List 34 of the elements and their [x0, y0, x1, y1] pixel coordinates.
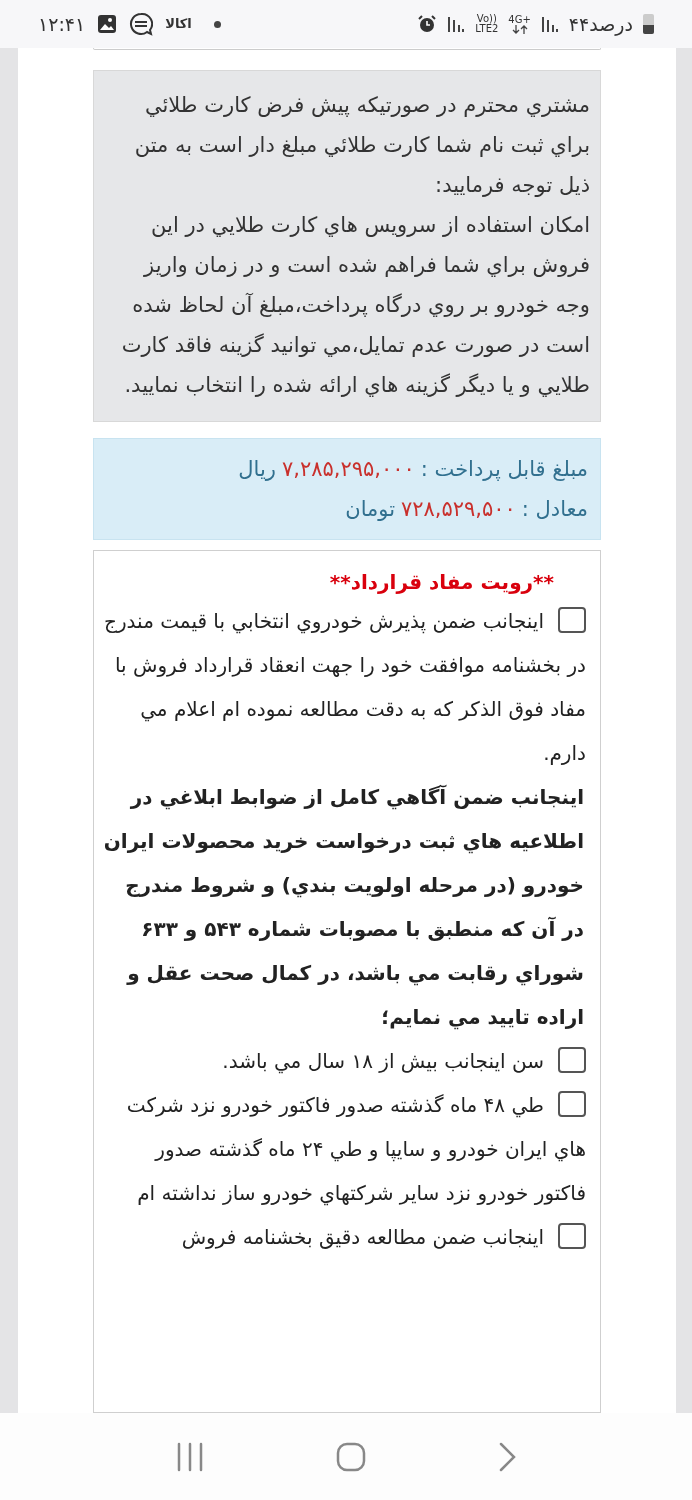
- notice-text: مشتري محترم در صورتيكه پيش فرض كارت طلائي براي ثبت نام شما كارت طلائي مبلغ دار است به متن ذيل توجه فرماييد:: [133, 92, 590, 199]
- image-icon: [97, 14, 118, 34]
- volte-label: Vo)): [476, 14, 497, 24]
- battery-percent: ۴۴درصد: [568, 11, 633, 38]
- amount-value: ۷۲۸,۵۲۹,۵۰۰: [401, 496, 516, 523]
- checkbox-label[interactable]: طي ۴۸ ماه گذشته صدور فاكتور خودرو نزد شركت هاي ايران خودرو و سايپا و طي ۲۴ ماه گذشته صدور فاكتور خودرو نزد ساير شركتهاي خودرو ساز نداشته ام: [98, 1083, 586, 1215]
- home-icon[interactable]: [336, 1441, 366, 1472]
- contract-title: **رويت مفاد قرارداد**: [328, 569, 555, 596]
- signal-bars-icon: [540, 15, 559, 33]
- checkbox[interactable]: [558, 1223, 586, 1249]
- amount-label: مبلغ قابل پرداخت :: [420, 456, 588, 483]
- signal-bars-icon: [447, 15, 466, 33]
- amount-label: معادل :: [521, 496, 588, 523]
- recent-apps-icon[interactable]: [176, 1441, 204, 1472]
- alarm-clock-icon: [417, 14, 438, 34]
- currency-unit: تومان: [345, 496, 395, 523]
- statement-text: اينجانب ضمن آگاهي كامل از ضوابط ابلاغي در اطلاعيه هاي ثبت درخواست خريد محصولات ايران خودرو (در مرحله اولويت بندي) و شروط مندرج در آن كه منطبق با مصوبات شماره ۵۴۳ و ۶۳۳ شوراي رقابت مي باشد، در كمال صحت عقل و اراده تاييد مي نمايم؛: [102, 784, 585, 1032]
- checkbox-label[interactable]: اينجانب ضمن مطالعه دقيق بخشنامه فروش: [98, 1215, 586, 1259]
- battery-icon: [643, 14, 654, 34]
- back-icon[interactable]: [498, 1441, 516, 1472]
- checkbox[interactable]: [558, 1091, 586, 1117]
- chat-bubble-icon: [129, 12, 154, 36]
- notice-text: امكان استفاده از سرويس هاي كارت طلايي در اين فروش براي شما فراهم شده است و در زمان واريز وجه خودرو بر روي درگاه پرداخت،مبلغ آن لحاظ شده است در صورت عدم تمايل،مي توانيد گزينه فاقد كارت طلايي و يا ديگر گزينه هاي ارائه شده را انتخاب نماييد.: [120, 212, 590, 399]
- amount-value: ۷,۲۸۵,۲۹۵,۰۰۰: [281, 456, 415, 483]
- volte-label: LTE2: [475, 24, 499, 34]
- app-label: اکالا: [165, 15, 192, 34]
- currency-unit: ريال: [238, 456, 276, 483]
- checkbox[interactable]: [558, 607, 586, 633]
- checkbox[interactable]: [558, 1047, 586, 1073]
- network-type: 4G+: [508, 14, 531, 25]
- checkbox-label[interactable]: اينجانب ضمن پذيرش خودروي انتخابي با قيمت مندرج در بخشنامه موافقت خود را جهت انعقاد قرارداد فروش با مفاد فوق الذكر كه به دقت مطالعه نموده ام اعلام مي دارم.: [98, 599, 586, 775]
- clock-time: ۱۲:۴۱: [38, 11, 86, 37]
- data-arrows-icon: [511, 24, 528, 34]
- checkbox-label[interactable]: سن اينجانب بيش از ۱۸ سال مي باشد.: [98, 1039, 586, 1083]
